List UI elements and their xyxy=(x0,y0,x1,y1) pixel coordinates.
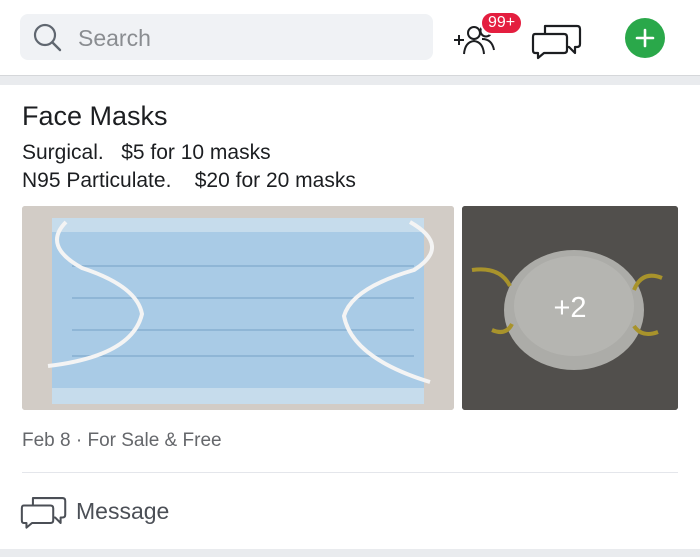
surgical-mask-photo[interactable] xyxy=(22,206,454,410)
search-bar[interactable]: Search xyxy=(20,14,433,60)
post-meta: Feb 8 · For Sale & Free xyxy=(22,430,222,451)
search-icon xyxy=(33,23,62,52)
notification-badge: 99+ xyxy=(480,11,524,35)
post-line-surgical: Surgical. $5 for 10 masks xyxy=(22,141,271,164)
message-label: Message xyxy=(76,498,170,524)
surgical-mask-illustration xyxy=(22,206,454,410)
post-title: Face Masks xyxy=(22,101,168,131)
create-button[interactable] xyxy=(625,18,665,58)
chat-bubbles-icon xyxy=(531,24,582,60)
section-separator-bottom xyxy=(0,549,700,557)
message-button[interactable]: Message xyxy=(20,490,220,532)
plus-icon xyxy=(635,28,655,48)
search-placeholder: Search xyxy=(78,25,151,51)
post-line-n95: N95 Particulate. $20 for 20 masks xyxy=(22,169,356,192)
divider xyxy=(22,472,678,473)
messages-button[interactable] xyxy=(531,20,583,60)
section-separator xyxy=(0,76,700,85)
top-bar: Search 99+ xyxy=(0,0,700,76)
more-photos-count: +2 xyxy=(553,291,587,324)
chat-bubbles-icon xyxy=(20,497,67,529)
marketplace-post: Face Masks Surgical. $5 for 10 masks N95… xyxy=(0,85,700,549)
n95-mask-photo[interactable]: +2 xyxy=(462,206,678,410)
